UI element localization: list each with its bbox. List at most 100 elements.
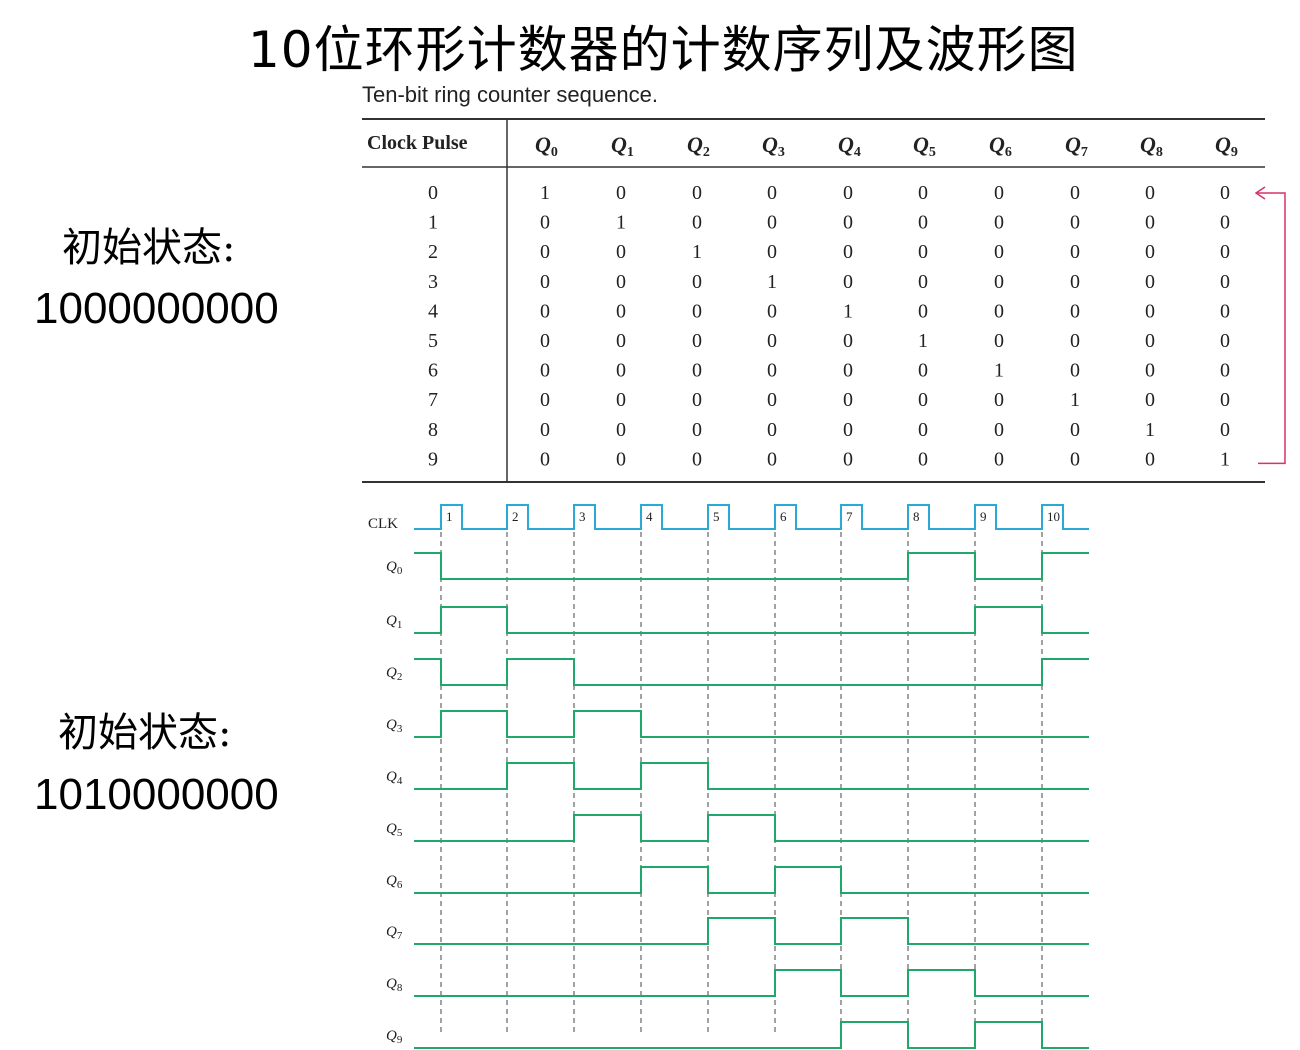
table-cell: 0 bbox=[616, 330, 626, 352]
table-cell: 0 bbox=[616, 241, 626, 263]
signal-label-q2: Q2 bbox=[386, 665, 402, 683]
table-cell: 0 bbox=[994, 419, 1004, 441]
table-row: 7 0 0 0 0 0 0 0 1 0 0 bbox=[428, 389, 1230, 411]
table-header-q0: Q0 bbox=[535, 132, 558, 160]
table-cell: 0 bbox=[1220, 212, 1230, 234]
clock-pulse-number: 6 bbox=[780, 509, 787, 524]
table-row: 5 0 0 0 0 0 1 0 0 0 0 bbox=[428, 330, 1230, 352]
table-row: 4 0 0 0 0 1 0 0 0 0 0 bbox=[428, 300, 1230, 322]
table-cell: 0 bbox=[843, 182, 853, 204]
table-cell: 0 bbox=[843, 419, 853, 441]
table-cell: 0 bbox=[1220, 271, 1230, 293]
table-cell: 0 bbox=[1145, 212, 1155, 234]
table-cell: 0 bbox=[767, 330, 777, 352]
table-cell: 0 bbox=[1145, 389, 1155, 411]
table-cell: 0 bbox=[1145, 330, 1155, 352]
table-cell: 0 bbox=[843, 389, 853, 411]
signal-waveform-q0 bbox=[414, 552, 1089, 580]
table-cell: 1 bbox=[692, 241, 702, 263]
table-header-q5: Q5 bbox=[913, 132, 936, 160]
clock-pulse-number: 8 bbox=[913, 509, 920, 524]
table-cell: 0 bbox=[918, 389, 928, 411]
table-cell: 0 bbox=[843, 330, 853, 352]
table-cell: 0 bbox=[994, 300, 1004, 322]
table-cell-clock: 7 bbox=[428, 389, 438, 411]
table-cell: 0 bbox=[767, 389, 777, 411]
table-cell: 0 bbox=[1070, 182, 1080, 204]
table-header-q1: Q1 bbox=[611, 132, 634, 160]
table-cell: 0 bbox=[767, 300, 777, 322]
table-cell: 0 bbox=[540, 300, 550, 322]
table-cell: 0 bbox=[616, 360, 626, 382]
table-cell: 0 bbox=[692, 389, 702, 411]
signal-waveform-q3 bbox=[414, 710, 1089, 738]
table-cell: 0 bbox=[1070, 212, 1080, 234]
table-cell: 0 bbox=[843, 448, 853, 470]
table-cell: 0 bbox=[692, 271, 702, 293]
table-cell: 0 bbox=[1070, 330, 1080, 352]
table-cell: 0 bbox=[540, 241, 550, 263]
signal-waveform-q6 bbox=[414, 866, 1089, 894]
clock-pulse-number: 5 bbox=[713, 509, 720, 524]
table-cell: 0 bbox=[1145, 182, 1155, 204]
table-cell: 0 bbox=[994, 241, 1004, 263]
signal-label-q1: Q1 bbox=[386, 613, 402, 631]
table-row: 9 0 0 0 0 0 0 0 0 0 1 bbox=[428, 448, 1230, 470]
table-cell: 0 bbox=[616, 182, 626, 204]
table-cell: 0 bbox=[1070, 241, 1080, 263]
table-cell: 0 bbox=[1070, 360, 1080, 382]
table-cell: 1 bbox=[918, 330, 928, 352]
table-cell: 0 bbox=[767, 448, 777, 470]
table-cell: 0 bbox=[616, 419, 626, 441]
table-cell: 0 bbox=[692, 360, 702, 382]
table-cell: 1 bbox=[616, 212, 626, 234]
table-cell: 0 bbox=[994, 448, 1004, 470]
clock-pulse-number: 4 bbox=[646, 509, 653, 524]
table-header-q8: Q8 bbox=[1140, 132, 1163, 160]
table-cell: 0 bbox=[692, 330, 702, 352]
table-cell: 0 bbox=[1070, 448, 1080, 470]
table-cell-clock: 1 bbox=[428, 212, 438, 234]
clock-pulse-number: 10 bbox=[1047, 509, 1060, 524]
table-cell: 0 bbox=[994, 330, 1004, 352]
signal-label-q5: Q5 bbox=[386, 821, 403, 839]
table-cell: 0 bbox=[1070, 300, 1080, 322]
table-row: 3 0 0 0 1 0 0 0 0 0 0 bbox=[428, 271, 1230, 293]
table-cell: 0 bbox=[918, 182, 928, 204]
signal-waveform-q9 bbox=[414, 1021, 1089, 1049]
table-cell: 0 bbox=[616, 271, 626, 293]
table-cell: 0 bbox=[1145, 271, 1155, 293]
signal-label-q4: Q4 bbox=[386, 769, 403, 787]
table-cell: 0 bbox=[540, 212, 550, 234]
table-cell: 0 bbox=[994, 182, 1004, 204]
table-cell-clock: 8 bbox=[428, 419, 438, 441]
table-row: 8 0 0 0 0 0 0 0 0 1 0 bbox=[428, 419, 1230, 441]
table-cell: 0 bbox=[616, 300, 626, 322]
table-cell-clock: 2 bbox=[428, 241, 438, 263]
table-cell: 0 bbox=[540, 271, 550, 293]
table-header-q4: Q4 bbox=[838, 132, 861, 160]
table-cell: 0 bbox=[918, 360, 928, 382]
table-cell: 0 bbox=[1070, 271, 1080, 293]
table-cell: 0 bbox=[1145, 241, 1155, 263]
table-cell: 0 bbox=[918, 300, 928, 322]
clk-label: CLK bbox=[368, 516, 398, 532]
table-cell: 0 bbox=[918, 212, 928, 234]
signal-label-q6: Q6 bbox=[386, 873, 403, 891]
table-header-q9: Q9 bbox=[1215, 132, 1238, 160]
table-cell: 0 bbox=[918, 419, 928, 441]
table-cell: 0 bbox=[692, 212, 702, 234]
table-cell: 0 bbox=[616, 389, 626, 411]
table-cell: 1 bbox=[1220, 448, 1230, 470]
table-cell: 0 bbox=[1145, 360, 1155, 382]
signal-waveform-q4 bbox=[414, 762, 1089, 790]
table-cell: 0 bbox=[767, 182, 777, 204]
table-cell: 0 bbox=[843, 212, 853, 234]
table-cell: 1 bbox=[843, 300, 853, 322]
table-cell: 0 bbox=[1220, 389, 1230, 411]
table-cell: 0 bbox=[1070, 419, 1080, 441]
clock-pulse-number: 1 bbox=[446, 509, 453, 524]
table-cell: 0 bbox=[1220, 241, 1230, 263]
table-cell: 0 bbox=[1220, 330, 1230, 352]
clock-pulse-number: 9 bbox=[980, 509, 987, 524]
